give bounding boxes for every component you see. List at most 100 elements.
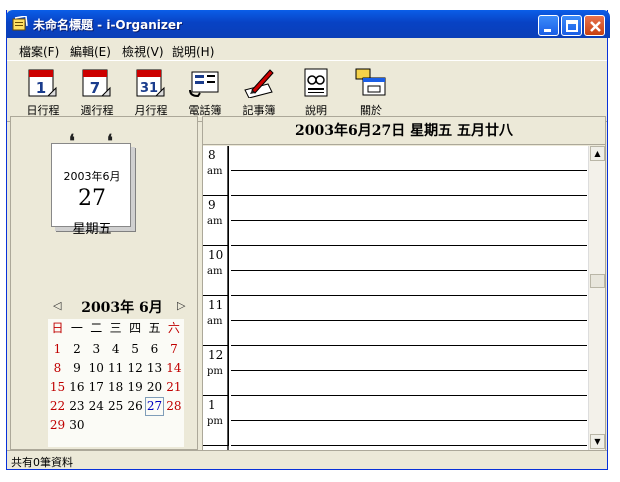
time-slot-line	[231, 345, 587, 346]
time-slot-line	[231, 270, 587, 271]
minimize-button[interactable]	[538, 15, 559, 36]
hour-number: 1	[208, 398, 216, 412]
left-panel: 2003年6月 27 星期五 ❛ ❛ ◁ 2003年 6月 ▷ 日一二三四五六1…	[10, 116, 198, 450]
phonebook-button[interactable]: 電話簿	[179, 64, 231, 118]
hour-label: 12 pm	[203, 346, 229, 396]
calendar-day[interactable]: 5	[126, 340, 145, 359]
month-calendar-icon: 31	[136, 69, 165, 97]
next-month-icon[interactable]: ▷	[177, 299, 185, 312]
calendar-day[interactable]: 11	[106, 359, 125, 378]
scroll-thumb[interactable]	[590, 274, 605, 288]
calendar-day[interactable]: 6	[145, 340, 164, 359]
close-button[interactable]	[584, 15, 605, 36]
hour-label: 11 am	[203, 296, 229, 346]
tear-off-calendar[interactable]: 2003年6月 27 星期五 ❛ ❛	[51, 131, 135, 237]
hour-meridiem: pm	[207, 366, 223, 377]
weekday-header: 一	[70, 321, 83, 335]
calendar-day[interactable]: 20	[145, 378, 164, 397]
menu-bar: 檔案(F) 編輯(E) 檢視(V) 說明(H)	[7, 40, 607, 60]
calendar-day[interactable]: 17	[87, 378, 106, 397]
calendar-day[interactable]: 7	[164, 340, 183, 359]
calendar-day[interactable]: 14	[164, 359, 183, 378]
calendar-day[interactable]: 21	[164, 378, 183, 397]
menu-edit[interactable]: 編輯(E)	[70, 43, 111, 60]
time-slots[interactable]	[231, 146, 587, 450]
selected-date[interactable]: 27	[145, 397, 164, 416]
month-schedule-button[interactable]: 31 月行程	[125, 64, 177, 118]
calendar-day[interactable]: 12	[126, 359, 145, 378]
hour-meridiem: pm	[207, 416, 223, 427]
weekday-header: 三	[109, 321, 122, 335]
maximize-icon	[566, 20, 578, 32]
hour-meridiem: am	[207, 216, 223, 227]
day-schedule-button[interactable]: 1 日行程	[17, 64, 69, 118]
hour-label: 1 pm	[203, 396, 229, 446]
app-icon	[12, 16, 28, 31]
binder-ring-icon: ❛	[69, 131, 75, 152]
about-button[interactable]: 關於	[345, 64, 397, 118]
calendar-day[interactable]: 9	[67, 359, 86, 378]
calendar-day[interactable]: 15	[48, 378, 67, 397]
help-icon	[304, 68, 328, 97]
mini-calendar-title: 2003年 6月	[81, 300, 163, 316]
hour-number: 8	[208, 148, 216, 162]
hour-number: 11	[208, 298, 224, 312]
calendar-day[interactable]: 10	[87, 359, 106, 378]
calendar-day[interactable]: 22	[48, 397, 67, 416]
help-button[interactable]: 說明	[290, 64, 342, 118]
calendar-day[interactable]: 4	[106, 340, 125, 359]
toolbar: 1 日行程 7 週行程 31 月行程 電話簿 記事簿 說明 關於	[7, 60, 607, 122]
weekday-header: 五	[148, 321, 161, 335]
notepad-button[interactable]: 記事簿	[233, 64, 285, 118]
calendar-day[interactable]: 3	[87, 340, 106, 359]
weekday-header: 六	[167, 321, 180, 335]
title-bar[interactable]: 未命名標題 - i-Organizer	[6, 10, 610, 38]
calendar-day[interactable]: 29	[48, 416, 67, 435]
calendar-day[interactable]: 30	[67, 416, 86, 435]
calendar-day[interactable]: 8	[48, 359, 67, 378]
calendar-day[interactable]: 18	[106, 378, 125, 397]
notepad-icon	[244, 69, 274, 98]
calendar-day[interactable]: 25	[106, 397, 125, 416]
time-slot-line	[231, 445, 587, 446]
svg-text:1: 1	[36, 79, 46, 97]
prev-month-icon[interactable]: ◁	[53, 299, 61, 312]
calendar-day[interactable]: 24	[87, 397, 106, 416]
week-schedule-button[interactable]: 7 週行程	[71, 64, 123, 118]
svg-text:31: 31	[140, 81, 158, 96]
menu-file[interactable]: 檔案(F)	[19, 43, 59, 60]
hour-number: 10	[208, 248, 224, 262]
day-view-header: 2003年6月27日 星期五 五月廿八	[203, 117, 605, 145]
time-slot-line	[231, 195, 587, 196]
mini-calendar: 日一二三四五六 1 2 3 4 5 6 7 8 9 10 11 12 13 14 15 16 17 18 19 20 21…	[48, 319, 184, 447]
maximize-button[interactable]	[561, 15, 582, 36]
mini-calendar-header: ◁ 2003年 6月 ▷	[37, 297, 187, 316]
time-slot-line	[231, 295, 587, 296]
calendar-day[interactable]: 23	[67, 397, 86, 416]
calendar-day[interactable]: 1	[48, 340, 67, 359]
vertical-scrollbar[interactable]: ▲ ▼	[588, 146, 605, 450]
svg-text:7: 7	[90, 79, 100, 97]
calendar-day[interactable]: 13	[145, 359, 164, 378]
calendar-day[interactable]: 26	[126, 397, 145, 416]
hour-label: 8 am	[203, 146, 229, 196]
calendar-day[interactable]: 2	[67, 340, 86, 359]
week-calendar-icon: 7	[82, 69, 111, 97]
scroll-up-icon[interactable]: ▲	[590, 146, 605, 161]
menu-view[interactable]: 檢視(V)	[122, 43, 164, 60]
time-slot-line	[231, 245, 587, 246]
scroll-down-icon[interactable]: ▼	[590, 434, 605, 449]
calendar-day[interactable]: 16	[67, 378, 86, 397]
tear-off-weekday: 星期五	[72, 222, 112, 237]
tear-off-day: 27	[78, 186, 106, 211]
calendar-day[interactable]: 19	[126, 378, 145, 397]
time-slot-line	[231, 170, 587, 171]
hour-number: 12	[208, 348, 224, 362]
calendar-day[interactable]: 28	[164, 397, 183, 416]
time-column: 8 am 9 am 10 am 11 am 12 pm 1 pm	[203, 146, 229, 450]
day-calendar-icon: 1	[28, 69, 57, 97]
weekday-header: 四	[129, 321, 142, 335]
phonebook-icon	[189, 71, 219, 98]
menu-help[interactable]: 說明(H)	[172, 43, 214, 60]
status-bar: 共有0筆資料	[7, 450, 607, 469]
